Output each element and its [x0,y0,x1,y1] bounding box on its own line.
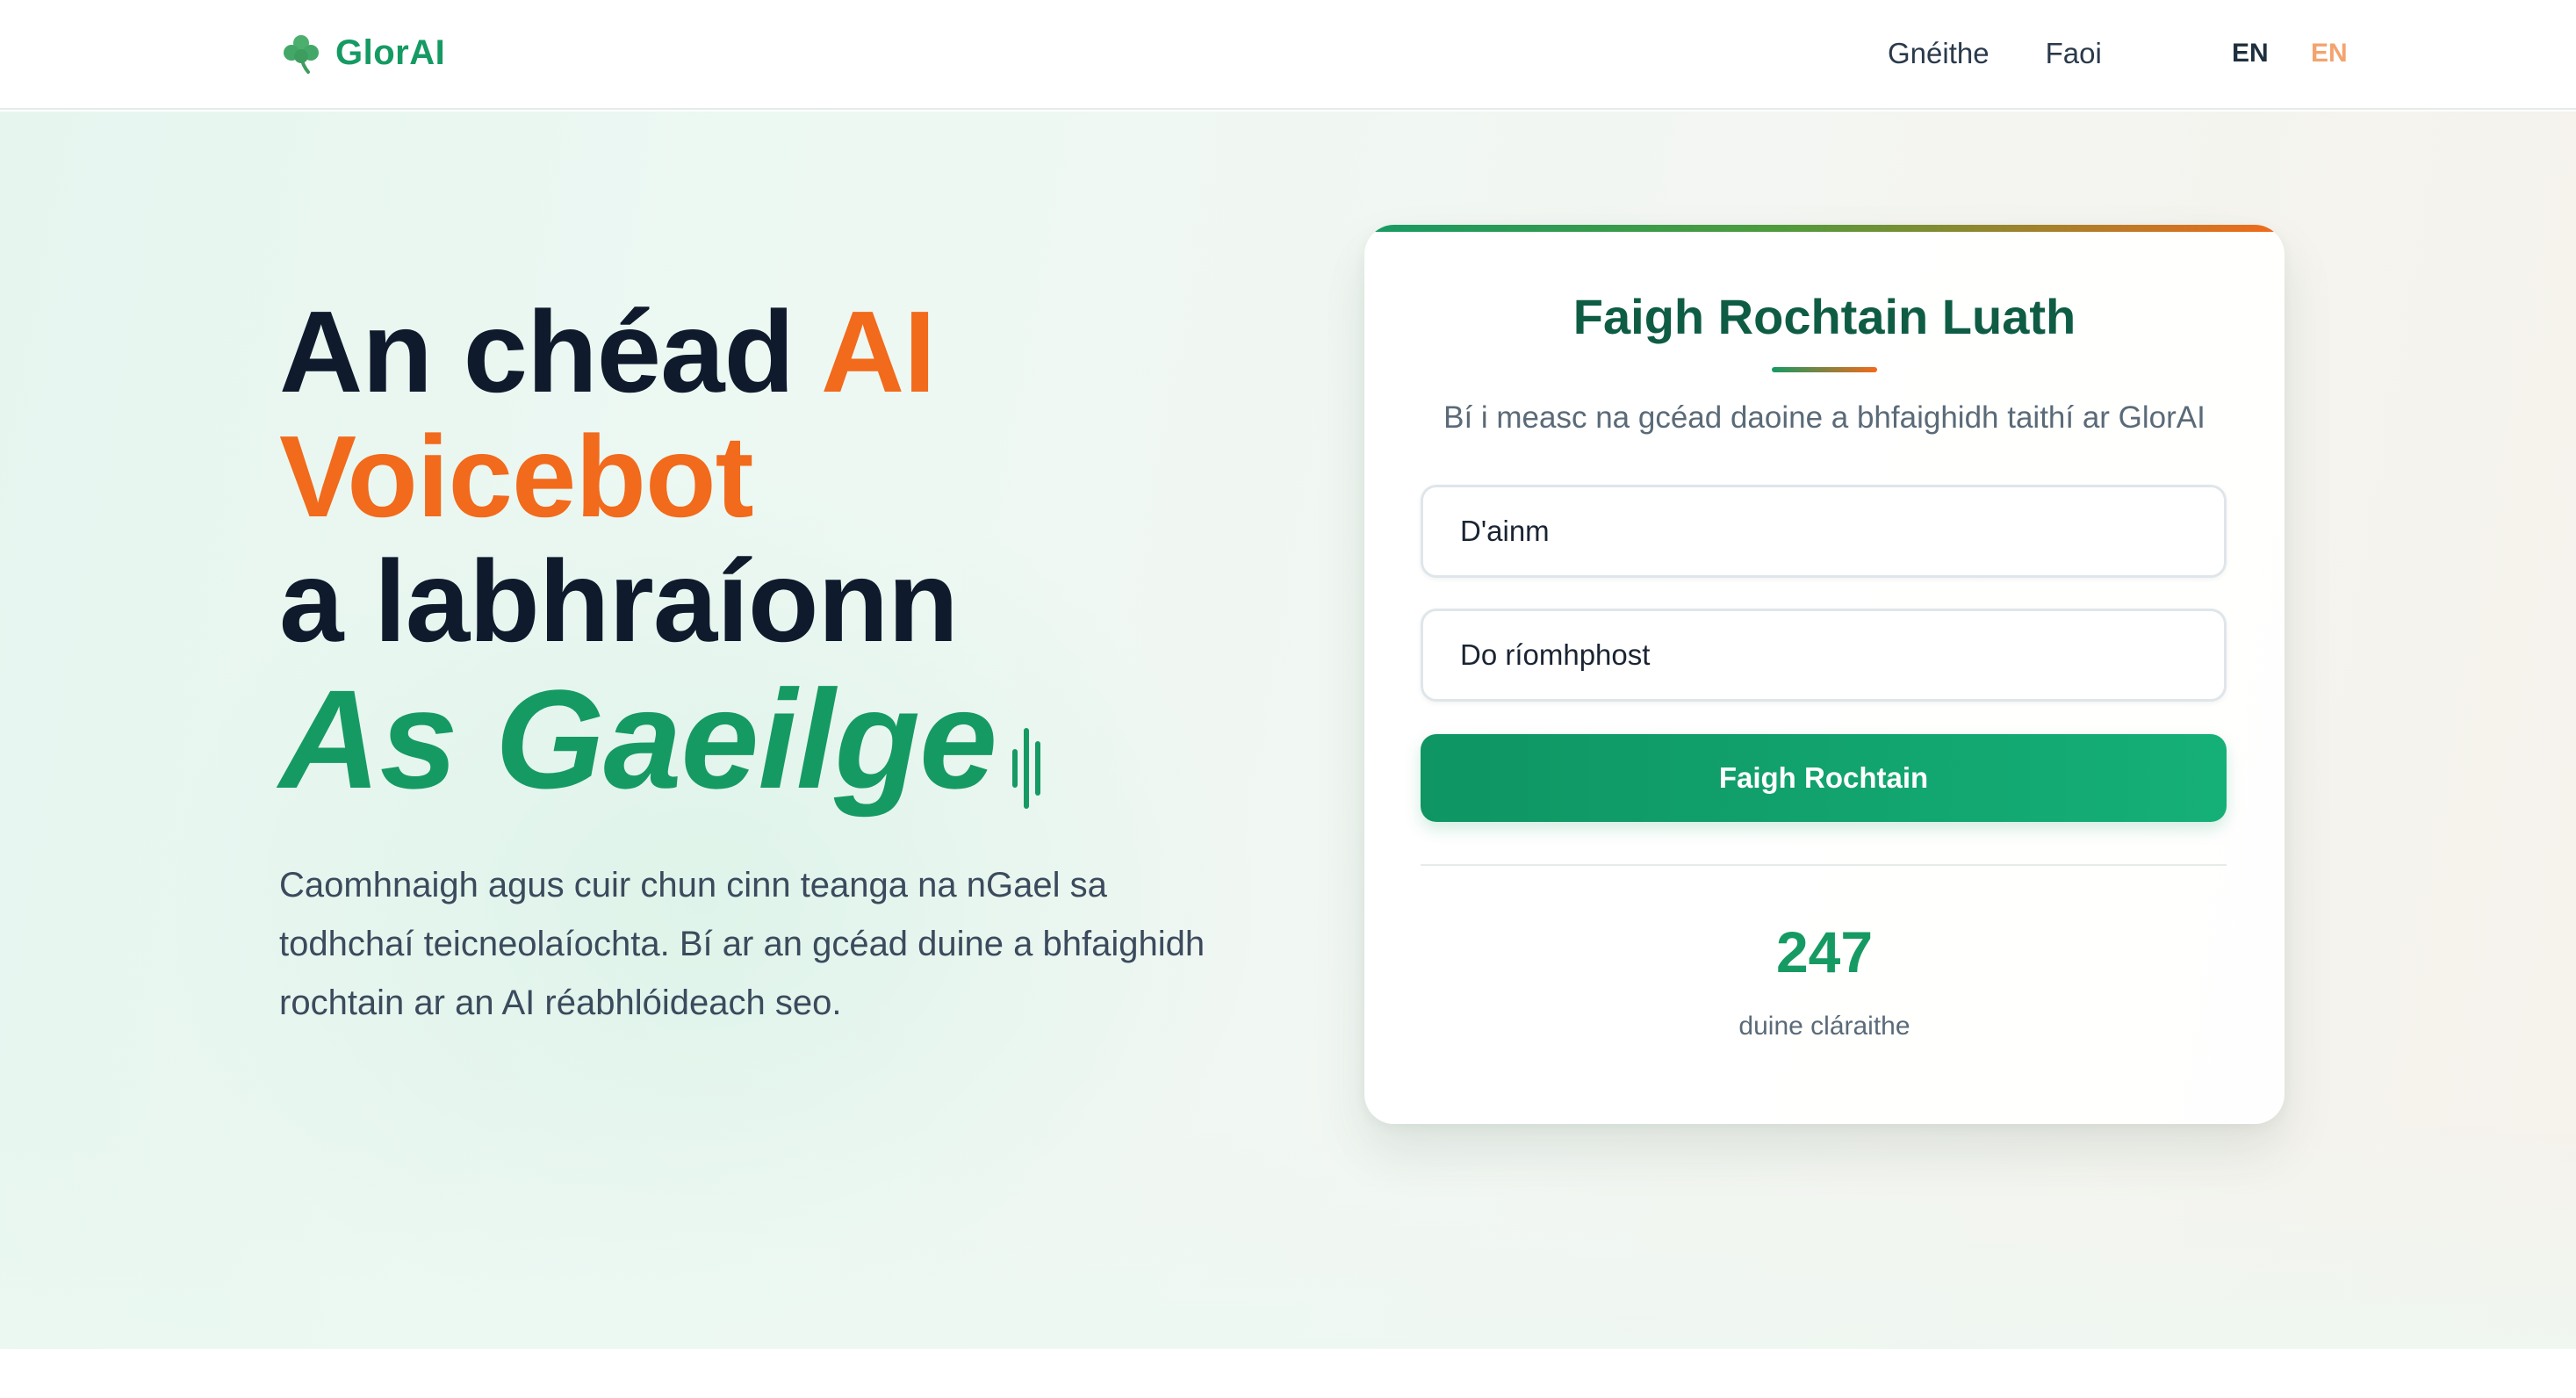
headline-line-3: a labhraíonn [279,537,959,666]
shamrock-icon [284,35,319,74]
email-input[interactable] [1421,609,2227,702]
signup-count: 247 [1775,919,1874,984]
headline-as-gaeilge: As Gaeilge [279,660,997,818]
nav-links: Gnéithe Faoi [1888,32,2102,76]
signup-subtitle: Bí i measc na gcéad daoine a bhfaighidh … [1443,400,2205,435]
hero-background-fade [0,1121,2576,1349]
brand-name: GlorAI [335,32,446,72]
sound-wave-icon [1012,716,1041,821]
hero-headline: An chéad AI Voicebot a labhraíonn As Gae… [279,290,1245,821]
signup-card: Faigh Rochtain Luath Bí i measc na gcéad… [1364,225,2285,1124]
card-divider [1421,864,2227,866]
brand-logo[interactable]: GlorAI [279,28,445,77]
hero-description: Caomhnaigh agus cuir chun cinn teanga na… [279,866,1205,1022]
signup-count-label: duine cláraithe [1738,1012,1910,1041]
nav-link-about[interactable]: Faoi [2046,37,2102,70]
headline-text-1: An chéad [279,287,821,416]
get-access-button[interactable]: Faigh Rochtain [1421,734,2227,822]
title-underline [1772,367,1877,372]
language-toggle-en[interactable]: EN [2232,33,2269,74]
name-input[interactable] [1421,485,2227,578]
language-toggle-en-alt[interactable]: EN [2311,33,2348,74]
nav-link-features[interactable]: Gnéithe [1888,37,1990,70]
headline-line-4: As Gaeilge [279,664,1245,821]
headline-voicebot: Voicebot [279,412,754,541]
navbar: GlorAI Gnéithe Faoi EN EN [0,0,2576,110]
signup-title: Faigh Rochtain Luath [1572,289,2076,344]
headline-line-1: An chéad AI [279,290,1245,414]
card-accent-bar [1364,225,2285,232]
headline-ai: AI [820,287,936,416]
